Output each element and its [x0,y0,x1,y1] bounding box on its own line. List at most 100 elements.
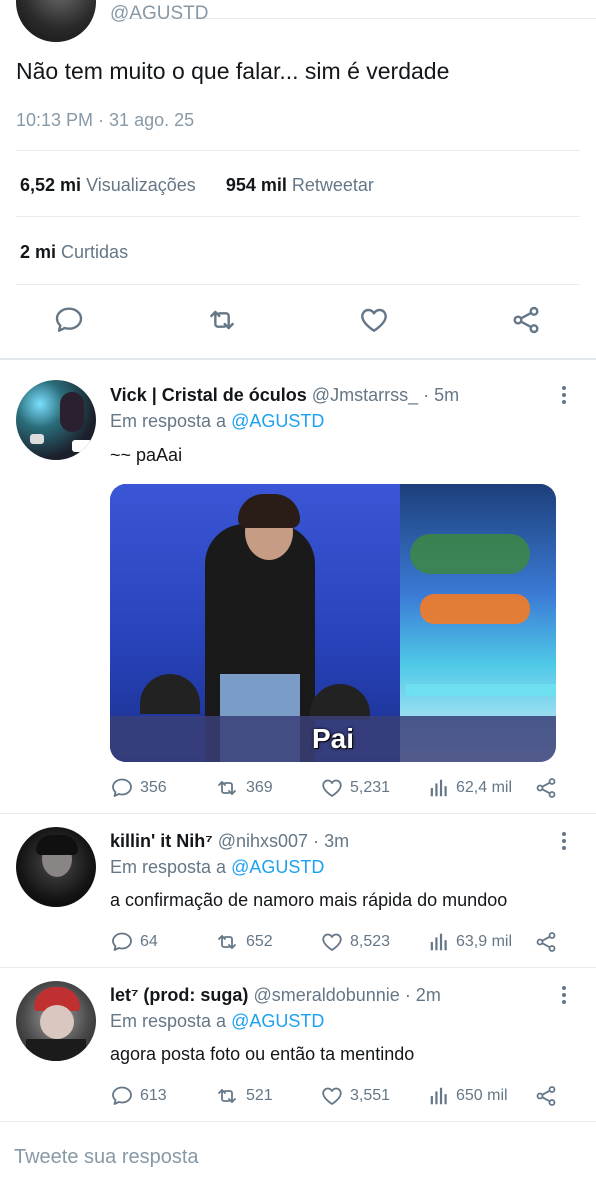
more-icon [562,386,566,390]
reply-to-link[interactable]: @AGUSTD [231,1011,324,1031]
reply-count-button[interactable]: 64 [110,929,158,955]
like-count-button[interactable]: 8,523 [320,929,390,955]
more-options-button[interactable] [554,383,574,407]
stats-row-likes[interactable]: 2 mi Curtidas [20,242,128,263]
analytics-icon [430,779,447,797]
retweets-count[interactable]: 954 mil [226,175,287,195]
share-button[interactable] [508,300,544,340]
views-count: 63,9 mil [456,933,513,950]
retweet-count: 369 [246,779,273,796]
user-handle[interactable]: @nihxs007 [218,831,308,851]
share-icon [536,778,556,798]
analytics-icon [430,1087,447,1105]
reply-count: 356 [140,779,167,796]
more-options-button[interactable] [554,983,574,1007]
retweet-count-button[interactable]: 369 [214,775,273,801]
main-handle[interactable]: @AGUSTD [110,4,208,24]
main-tweet-text: Não tem muito o que falar... sim é verda… [16,58,450,84]
reply-icon [112,932,132,951]
reply-to-link[interactable]: @AGUSTD [231,857,324,877]
avatar[interactable] [16,380,96,460]
stats-row-views-retweets: 6,52 mi Visualizações 954 mil Retweetar [20,175,374,196]
views-count-button[interactable]: 62,4 mil [428,775,512,801]
main-tweet-timestamp: 10:13 PM · 31 ago. 25 [16,110,195,130]
reply-icon [112,778,132,797]
retweet-icon [218,935,236,949]
main-tweet: @AGUSTD Não tem muito o que falar... sim… [0,0,596,360]
analytics-icon [430,933,447,951]
divider [0,967,596,968]
views-label: Visualizações [86,175,196,195]
likes-label[interactable]: Curtidas [61,242,128,262]
reply-icon [112,1086,132,1105]
reply-count-button[interactable]: 613 [110,1083,167,1109]
views-count: 6,52 mi [20,175,82,195]
avatar[interactable] [16,827,96,907]
reply-text: ~~ paAai [110,445,183,465]
retweet-count: 521 [246,1087,273,1104]
views-count-button[interactable]: 63,9 mil [428,929,512,955]
reply-time: · 3m [313,831,350,851]
like-count: 8,523 [350,933,391,950]
share-icon [536,1086,556,1106]
user-handle[interactable]: @Jmstarrss_ [312,385,418,405]
avatar[interactable] [16,981,96,1061]
divider [0,813,596,814]
section-divider [0,358,596,360]
more-icon [562,986,566,990]
like-count-button[interactable]: 3,551 [320,1083,390,1109]
reply-text: agora posta foto ou então ta mentindo [110,1044,415,1064]
share-button[interactable] [534,775,558,801]
more-options-button[interactable] [554,829,574,853]
reply-to-prefix: Em resposta a [110,857,227,877]
reply-time: · 5m [423,385,460,405]
reply-header: Vick | Cristal de óculos @Jmstarrss_ · 5… [110,383,459,407]
likes-count[interactable]: 2 mi [20,242,56,262]
retweet-button[interactable] [204,300,240,340]
like-count: 5,231 [350,779,391,796]
share-icon [513,306,539,334]
reply-compose-box[interactable]: Tweete sua resposta [0,1122,596,1200]
user-handle[interactable]: @smeraldobunnie [253,985,399,1005]
retweet-icon [210,310,234,330]
views-count: 62,4 mil [456,779,513,796]
reply-to-line: Em resposta a @AGUSTD [110,855,324,879]
reply-icon [55,307,83,332]
reply-to-line: Em resposta a @AGUSTD [110,1009,324,1033]
reply-media-image[interactable]: Pai [110,484,556,762]
reply-metrics: 64 652 8,523 63,9 mil [110,929,570,955]
avatar[interactable] [16,0,96,42]
reply-time: · 2m [404,985,441,1005]
views-count-button[interactable]: 650 mil [428,1083,508,1109]
reply-button[interactable] [51,300,87,340]
reply-input[interactable]: Tweete sua resposta [14,1146,199,1169]
media-caption: Pai [311,723,355,754]
share-icon [536,932,556,952]
share-button[interactable] [534,929,558,955]
retweet-icon [218,1089,236,1103]
reply-to-line: Em resposta a @AGUSTD [110,409,324,433]
share-button[interactable] [534,1083,558,1109]
retweet-count-button[interactable]: 652 [214,929,273,955]
main-action-bar [0,300,596,344]
reply-count: 64 [140,933,158,950]
divider [16,216,580,217]
retweet-count-button[interactable]: 521 [214,1083,273,1109]
retweets-label[interactable]: Retweetar [292,175,374,195]
like-icon [361,308,387,332]
like-count: 3,551 [350,1087,391,1104]
display-name[interactable]: Vick | Cristal de óculos [110,385,307,405]
like-icon [322,933,342,951]
display-name[interactable]: killin' it Nih⁷ [110,831,213,851]
like-count-button[interactable]: 5,231 [320,775,390,801]
reply-count: 613 [140,1087,167,1104]
reply-to-link[interactable]: @AGUSTD [231,411,324,431]
views-count: 650 mil [456,1087,508,1104]
like-button[interactable] [356,300,392,340]
reply-count-button[interactable]: 356 [110,775,167,801]
divider [16,284,580,285]
reply-metrics: 356 369 5,231 62,4 mil [110,775,570,801]
reply-to-prefix: Em resposta a [110,411,227,431]
display-name[interactable]: let⁷ (prod: suga) [110,985,248,1005]
like-icon [322,1087,342,1105]
